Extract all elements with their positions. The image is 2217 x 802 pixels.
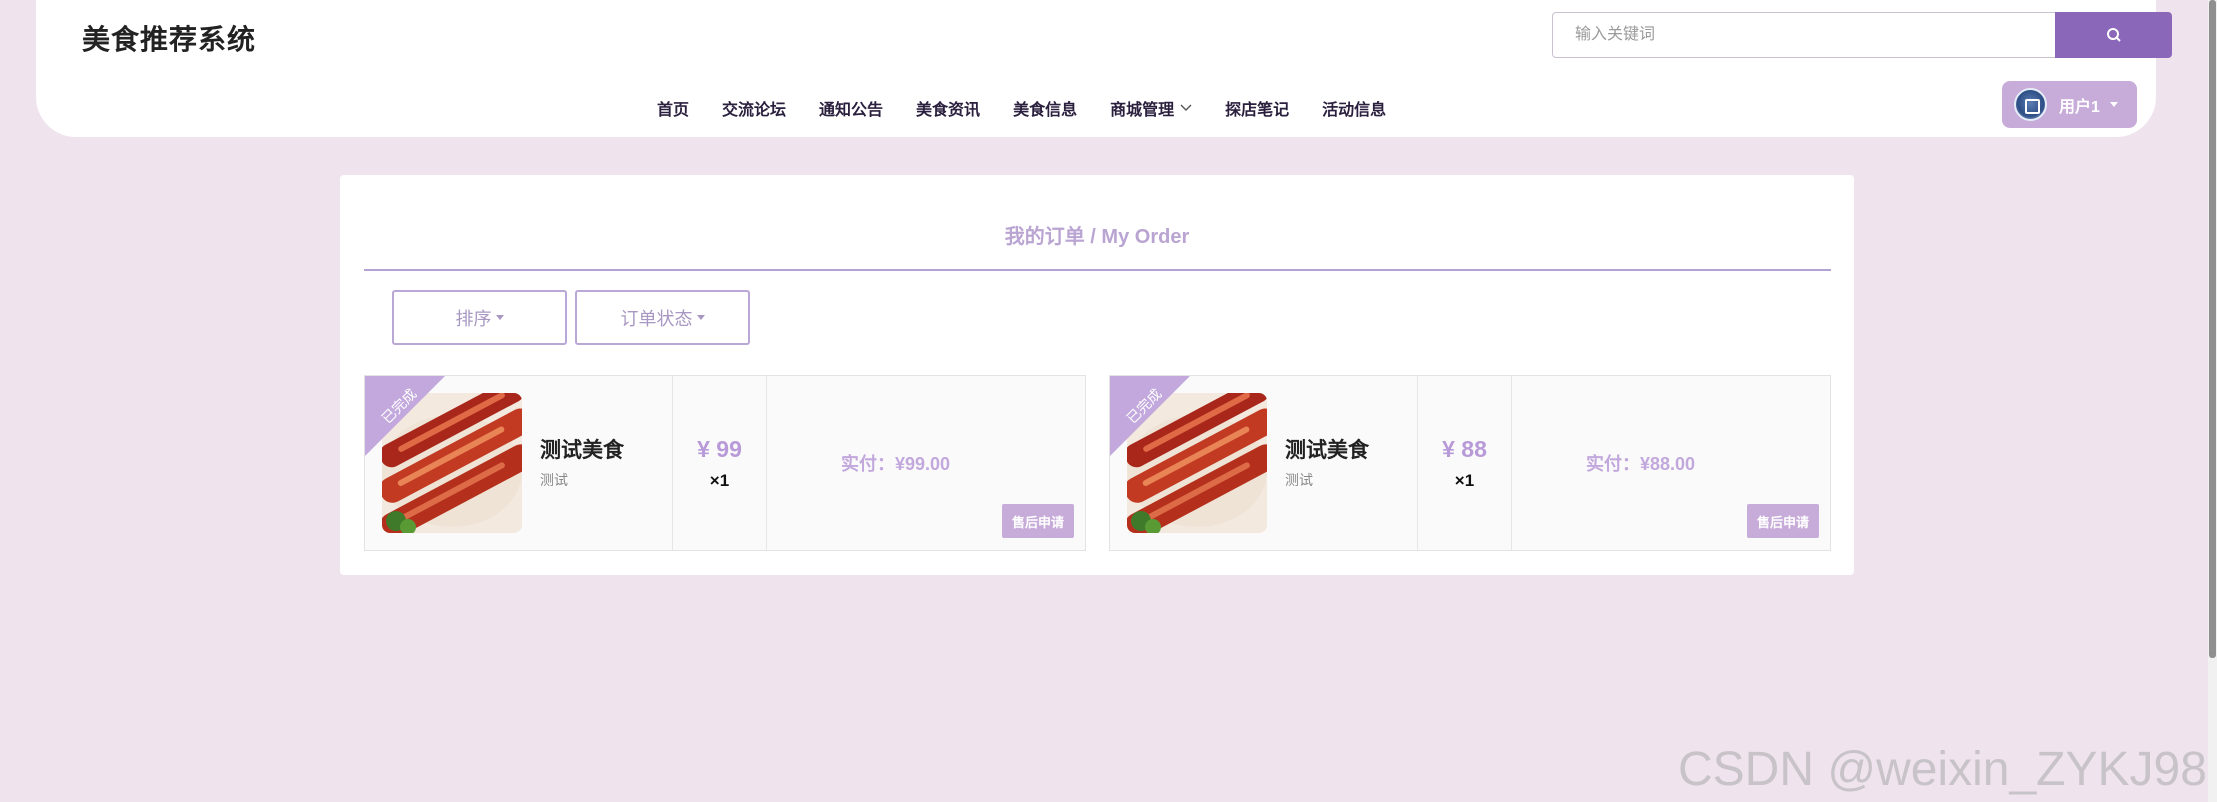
order-price-col: ¥ 88 ×1 — [1418, 376, 1512, 550]
title-divider — [364, 269, 1831, 271]
nav-item-food-info[interactable]: 美食信息 — [1013, 96, 1077, 120]
page-title: 我的订单 / My Order — [1004, 226, 1190, 248]
food-name: 测试美食 — [540, 439, 624, 462]
order-status-dropdown[interactable]: 订单状态 — [575, 290, 750, 345]
quantity: ×1 — [709, 470, 730, 490]
search-bar — [1552, 12, 2172, 58]
sort-label: 排序 — [455, 308, 492, 329]
top-header: 美食推荐系统 首页 交流论坛 通知公告 美食资讯 美食信息 商城管理 — [36, 0, 2172, 137]
paid-amount: 实付：¥88.00 — [1586, 454, 1696, 474]
order-payment-col: 实付：¥99.00 售后申请 — [767, 376, 1085, 550]
nav-label: 首页 — [657, 102, 690, 119]
user-name: 用户1 — [2059, 98, 2100, 116]
order-list: 测试美食 测试 ¥ 99 ×1 实付：¥99.00 售后申请 已完成 测试美食 … — [364, 375, 1854, 551]
order-status-label: 订单状态 — [620, 308, 693, 329]
paid-amount: 实付：¥99.00 — [841, 454, 951, 474]
nav-item-events[interactable]: 活动信息 — [1322, 96, 1386, 120]
nav-label: 美食信息 — [1013, 102, 1078, 119]
quantity: ×1 — [1454, 470, 1475, 490]
order-card[interactable]: 测试美食 测试 ¥ 88 ×1 实付：¥88.00 售后申请 已完成 — [1109, 375, 1831, 551]
avatar — [2014, 88, 2047, 121]
food-desc: 测试 — [540, 472, 568, 488]
watermark: CSDN @weixin_ZYKJ985 — [1678, 743, 2217, 796]
food-desc: 测试 — [1285, 472, 1313, 488]
chevron-down-icon — [1180, 104, 1192, 112]
food-name: 测试美食 — [1285, 439, 1369, 462]
after-sales-button[interactable]: 售后申请 — [1747, 504, 1819, 538]
page: 美食推荐系统 首页 交流论坛 通知公告 美食资讯 美食信息 商城管理 — [0, 0, 2217, 802]
main-nav: 首页 交流论坛 通知公告 美食资讯 美食信息 商城管理 探店笔记 活动信息 — [657, 96, 1419, 120]
filter-bar: 排序 订单状态 — [392, 290, 758, 345]
search-button[interactable] — [2055, 12, 2172, 58]
nav-item-food-news[interactable]: 美食资讯 — [916, 96, 980, 120]
nav-label: 活动信息 — [1322, 102, 1387, 119]
nav-item-notice[interactable]: 通知公告 — [819, 96, 883, 120]
nav-item-mall[interactable]: 商城管理 — [1110, 96, 1192, 120]
order-payment-col: 实付：¥88.00 售后申请 — [1512, 376, 1830, 550]
nav-item-forum[interactable]: 交流论坛 — [722, 96, 786, 120]
user-menu[interactable]: 用户1 — [2002, 81, 2137, 128]
site-logo[interactable]: 美食推荐系统 — [82, 18, 256, 58]
caret-down-icon — [495, 315, 504, 320]
order-price-col: ¥ 99 ×1 — [673, 376, 767, 550]
nav-item-visit-notes[interactable]: 探店笔记 — [1225, 96, 1289, 120]
caret-down-icon — [696, 315, 705, 320]
unit-price: ¥ 99 — [697, 435, 742, 462]
after-sales-button[interactable]: 售后申请 — [1002, 504, 1074, 538]
nav-label: 美食资讯 — [916, 102, 981, 119]
order-panel: 我的订单 / My Order 排序 订单状态 测试美食 测试 ¥ 99 ×1 … — [340, 175, 1854, 575]
search-input[interactable] — [1552, 12, 2055, 58]
nav-label: 商城管理 — [1110, 102, 1175, 119]
nav-label: 交流论坛 — [722, 102, 787, 119]
caret-down-icon — [2109, 102, 2118, 107]
unit-price: ¥ 88 — [1442, 435, 1487, 462]
search-icon — [2106, 28, 2121, 42]
nav-label: 探店笔记 — [1225, 102, 1290, 119]
nav-item-home[interactable]: 首页 — [657, 96, 689, 120]
sort-dropdown[interactable]: 排序 — [392, 290, 567, 345]
order-card[interactable]: 测试美食 测试 ¥ 99 ×1 实付：¥99.00 售后申请 已完成 — [364, 375, 1086, 551]
scrollbar-thumb[interactable] — [2209, 0, 2216, 658]
nav-label: 通知公告 — [819, 102, 884, 119]
